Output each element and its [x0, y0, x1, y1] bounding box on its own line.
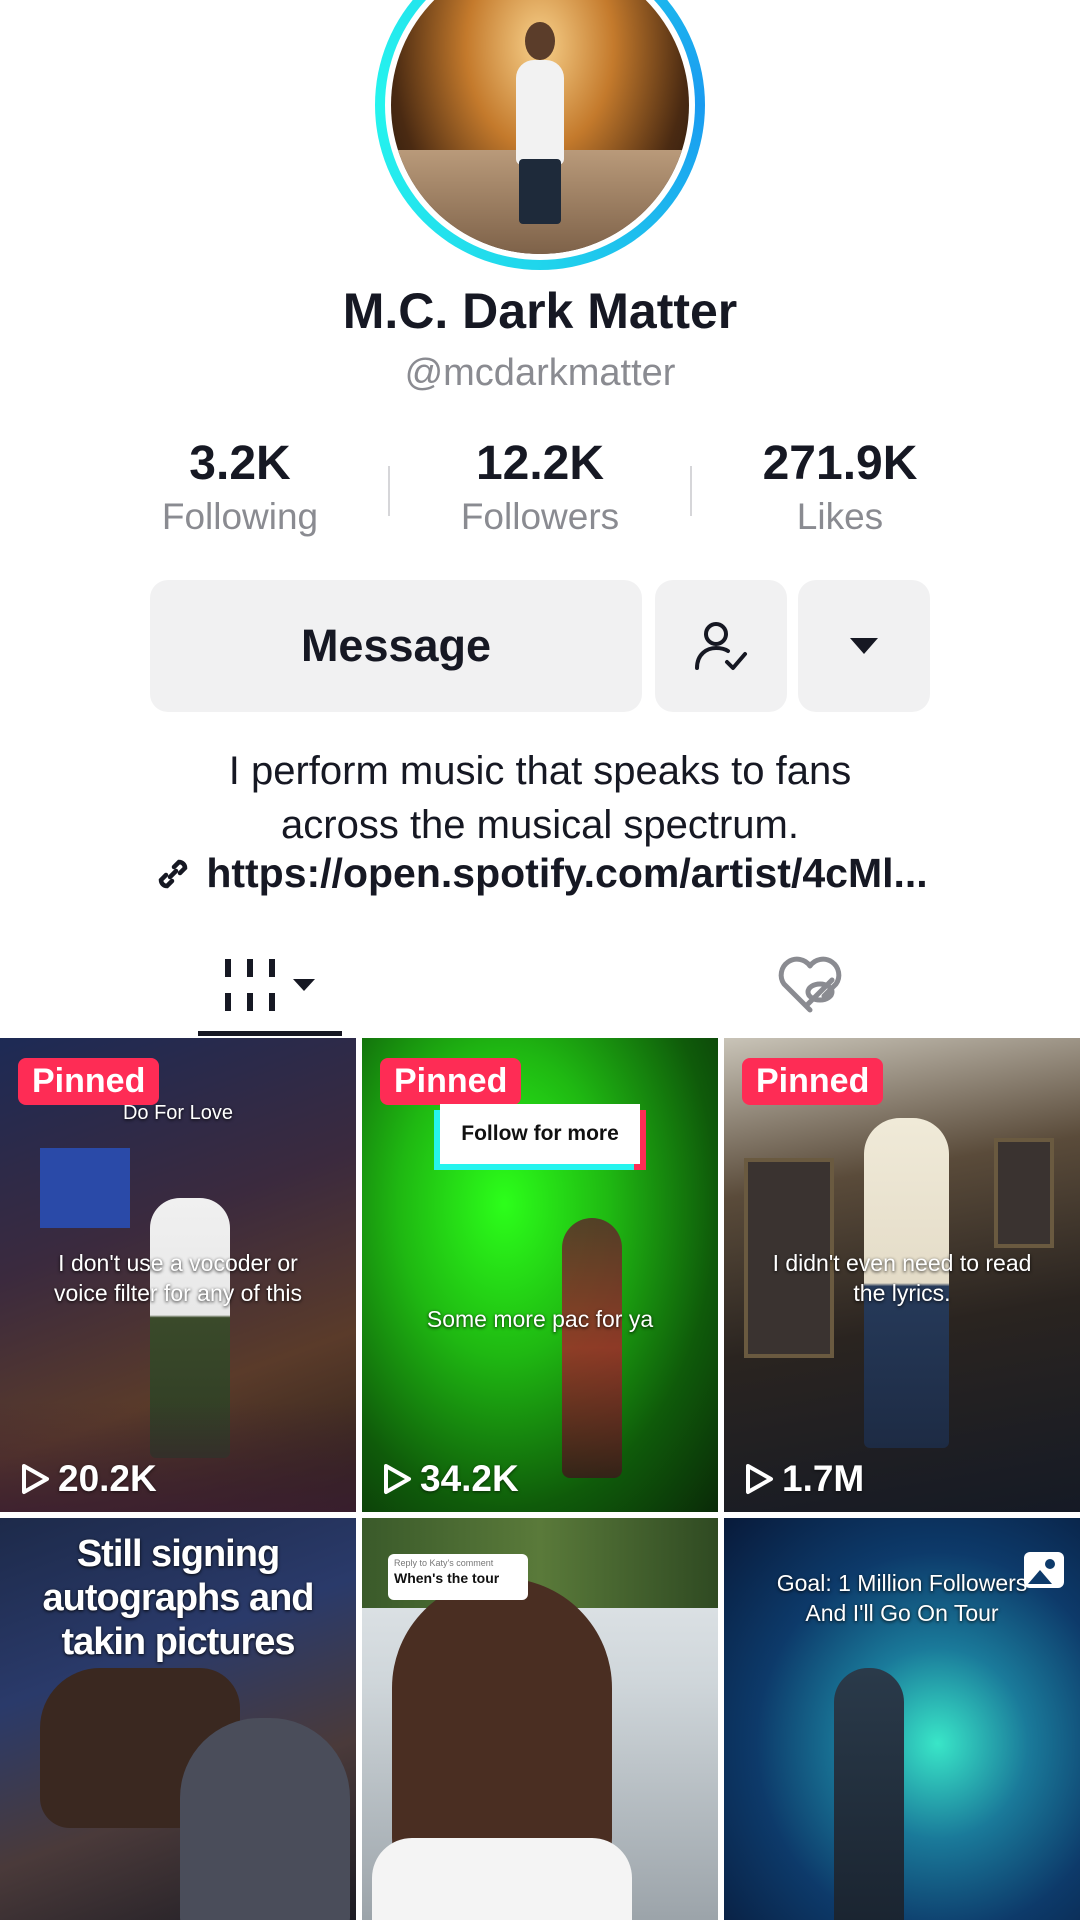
video-reply-bubble: Reply to Katy's comment When's the tour	[388, 1554, 528, 1600]
video-thumb-person	[562, 1218, 622, 1478]
video-caption: I didn't even need to read the lyrics.	[724, 1248, 1080, 1308]
profile-link-text: https://open.spotify.com/artist/4cMl...	[206, 850, 928, 896]
profile-tabs	[0, 935, 1080, 1036]
video-caption-line: autographs and	[42, 1577, 314, 1619]
stat-label: Following	[161, 496, 319, 537]
stat-followers[interactable]: 12.2K Followers	[420, 436, 660, 538]
video-views-count: 34.2K	[420, 1458, 519, 1499]
avatar-image	[391, 0, 689, 254]
video-grid: Do For Love Pinned I don't use a vocoder…	[0, 1038, 1080, 1920]
profile-bio: I perform music that speaks to fans acro…	[0, 744, 1080, 852]
message-button[interactable]: Message	[150, 580, 642, 712]
play-icon	[384, 1464, 411, 1494]
avatar-person-head	[525, 21, 555, 61]
video-caption: Some more pac for ya	[426, 1306, 654, 1332]
stat-value: 12.2K	[475, 437, 605, 490]
bio-line: across the musical spectrum.	[281, 803, 799, 847]
video-caption-line: I didn't even need to read	[772, 1250, 1032, 1276]
caret-down-icon	[850, 638, 878, 654]
video-caption-line: I don't use a vocoder or	[58, 1250, 298, 1276]
stat-following[interactable]: 3.2K Following	[120, 436, 360, 538]
video-caption-line: takin pictures	[61, 1621, 295, 1663]
pinned-badge: Pinned	[742, 1058, 884, 1105]
video-tile[interactable]: Reply to Katy's comment When's the tour	[362, 1518, 718, 1920]
following-button[interactable]	[655, 580, 787, 712]
heart-hidden-icon	[778, 956, 842, 1013]
video-thumb-person	[834, 1668, 904, 1920]
pinned-badge: Pinned	[380, 1058, 522, 1105]
avatar-person-legs	[519, 158, 561, 225]
video-views-count: 20.2K	[58, 1458, 157, 1499]
pinned-badge: Pinned	[18, 1058, 160, 1105]
video-tile[interactable]: Pinned Follow for more Some more pac for…	[362, 1038, 718, 1512]
tab-liked[interactable]	[770, 935, 850, 1035]
video-caption-line: And I'll Go On Tour	[805, 1600, 999, 1626]
tab-videos[interactable]	[198, 935, 342, 1035]
stat-label: Likes	[796, 496, 884, 537]
video-views: 20.2K	[20, 1458, 157, 1500]
video-thumb-shirt	[372, 1838, 632, 1920]
video-views-count: 1.7M	[782, 1458, 865, 1499]
video-caption: Still signing autographs and takin pictu…	[0, 1532, 356, 1664]
video-thumb-screen	[40, 1148, 130, 1228]
video-thumb-person	[180, 1718, 350, 1920]
video-caption: I don't use a vocoder or voice filter fo…	[0, 1248, 356, 1308]
video-tile[interactable]: Pinned I didn't even need to read the ly…	[724, 1038, 1080, 1512]
video-tile[interactable]: Do For Love Pinned I don't use a vocoder…	[0, 1038, 356, 1512]
video-caption-line: voice filter for any of this	[54, 1280, 302, 1306]
video-views: 1.7M	[744, 1458, 864, 1500]
video-views: 34.2K	[382, 1458, 519, 1500]
stat-likes[interactable]: 271.9K Likes	[720, 436, 960, 538]
reply-text: When's the tour	[394, 1570, 500, 1586]
video-tile[interactable]: Still signing autographs and takin pictu…	[0, 1518, 356, 1920]
stat-value: 271.9K	[762, 437, 918, 490]
video-thumb-frame	[994, 1138, 1054, 1248]
stat-value: 3.2K	[189, 437, 291, 490]
grid-icon	[225, 959, 275, 1011]
profile-handle: @mcdarkmatter	[404, 352, 676, 394]
reply-header: Reply to Katy's comment	[394, 1558, 494, 1568]
profile-name: M.C. Dark Matter	[342, 283, 738, 339]
video-overlay-label: Follow for more	[440, 1104, 640, 1164]
stat-label: Followers	[460, 496, 620, 537]
play-icon	[22, 1464, 49, 1494]
photo-icon	[1024, 1552, 1064, 1588]
play-icon	[746, 1464, 773, 1494]
user-check-icon	[695, 622, 747, 670]
video-caption-line: Still signing	[76, 1533, 280, 1575]
more-options-button[interactable]	[798, 580, 930, 712]
bio-line: I perform music that speaks to fans	[228, 749, 852, 793]
profile-avatar[interactable]	[375, 0, 705, 270]
tab-active-indicator	[198, 1031, 342, 1036]
avatar-frame	[385, 0, 695, 260]
video-tile[interactable]: Goal: 1 Million Followers And I'll Go On…	[724, 1518, 1080, 1920]
stat-divider	[690, 466, 692, 516]
profile-actions: Message	[150, 580, 930, 712]
profile-stats: 3.2K Following 12.2K Followers 271.9K Li…	[0, 436, 1080, 546]
chevron-down-icon	[293, 979, 315, 991]
profile-link[interactable]: https://open.spotify.com/artist/4cMl...	[0, 850, 1080, 897]
stat-divider	[388, 466, 390, 516]
link-icon	[159, 859, 188, 888]
video-caption-line: the lyrics.	[853, 1280, 951, 1306]
avatar-person-body	[516, 60, 564, 165]
